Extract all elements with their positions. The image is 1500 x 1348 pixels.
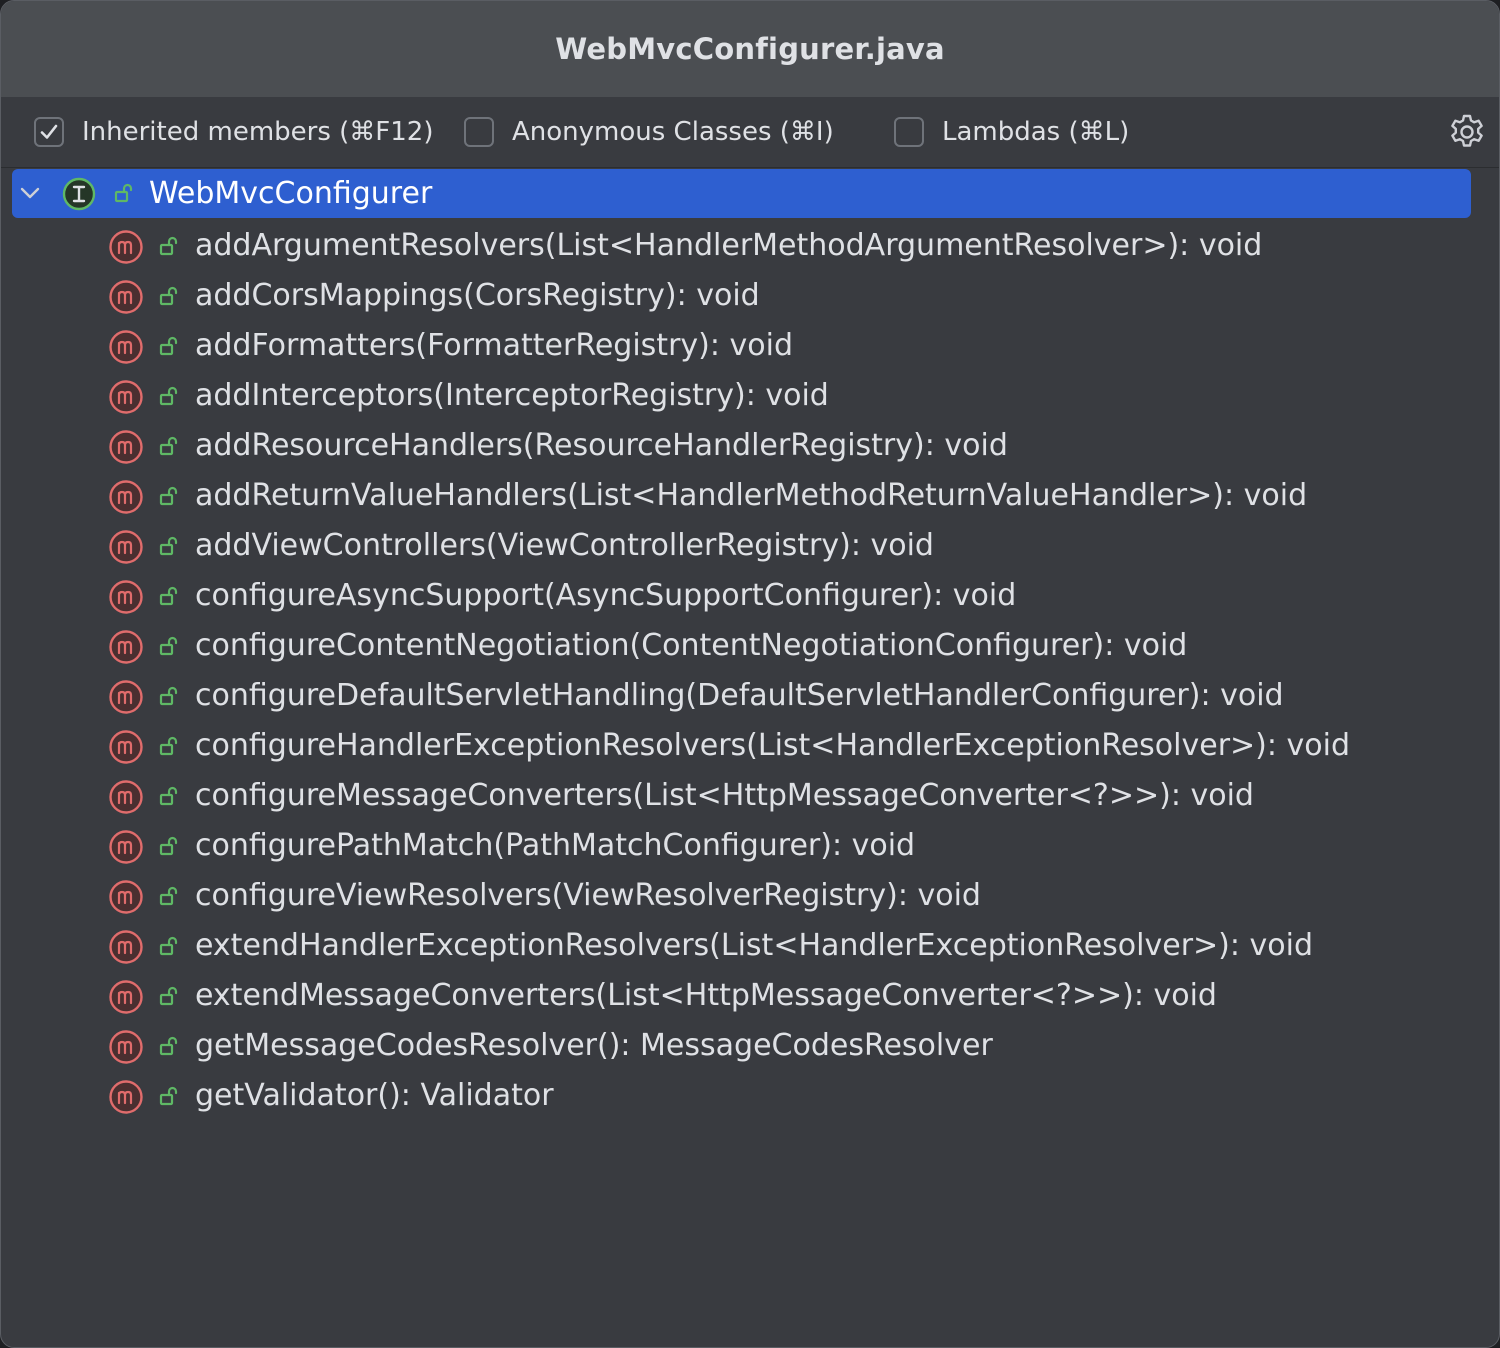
public-lock-icon (159, 486, 178, 506)
tree-member-row[interactable]: configurePathMatch(PathMatchConfigurer):… (1, 821, 1481, 871)
anonymous-classes-checkbox[interactable]: Anonymous Classes (⌘I) (464, 97, 834, 167)
tree-root-row[interactable]: WebMvcConfigurer (12, 169, 1471, 218)
tree-member-row[interactable]: configureMessageConverters(List<HttpMess… (1, 771, 1481, 821)
member-label: addFormatters(FormatterRegistry): void (195, 328, 793, 363)
tree-member-row[interactable]: addResourceHandlers(ResourceHandlerRegis… (1, 421, 1481, 471)
anonymous-classes-label: Anonymous Classes (⌘I) (512, 117, 834, 147)
tree-member-row[interactable]: addInterceptors(InterceptorRegistry): vo… (1, 371, 1481, 421)
tree-root-label: WebMvcConfigurer (149, 176, 433, 211)
method-icon (109, 430, 143, 464)
inherited-members-label: Inherited members (⌘F12) (82, 117, 434, 147)
member-label: configurePathMatch(PathMatchConfigurer):… (195, 828, 916, 863)
method-icon (109, 1080, 143, 1114)
public-lock-icon (159, 736, 178, 756)
method-icon (109, 630, 143, 664)
member-label: configureDefaultServletHandling(DefaultS… (195, 678, 1284, 713)
member-label: getValidator(): Validator (195, 1078, 554, 1113)
method-icon (109, 980, 143, 1014)
public-lock-icon (159, 936, 178, 956)
public-lock-icon (159, 536, 178, 556)
popup-title: WebMvcConfigurer.java (1, 1, 1499, 97)
member-label: addInterceptors(InterceptorRegistry): vo… (195, 378, 829, 413)
public-lock-icon (159, 1036, 178, 1056)
public-lock-icon (159, 786, 178, 806)
public-lock-icon (159, 836, 178, 856)
public-lock-icon (159, 436, 178, 456)
member-label: addArgumentResolvers(List<HandlerMethodA… (195, 228, 1263, 263)
public-lock-icon (159, 1086, 178, 1106)
method-icon (109, 580, 143, 614)
member-label: configureAsyncSupport(AsyncSupportConfig… (195, 578, 1017, 613)
tree-member-row[interactable]: configureContentNegotiation(ContentNegot… (1, 621, 1481, 671)
member-label: getMessageCodesResolver(): MessageCodesR… (195, 1028, 993, 1063)
tree-member-row[interactable]: addReturnValueHandlers(List<HandlerMetho… (1, 471, 1481, 521)
method-icon (109, 230, 143, 264)
gear-icon[interactable] (1447, 112, 1487, 152)
tree-member-row[interactable]: getMessageCodesResolver(): MessageCodesR… (1, 1021, 1481, 1071)
method-icon (109, 930, 143, 964)
lambdas-checkbox[interactable]: Lambdas (⌘L) (894, 97, 1129, 167)
tree-member-row[interactable]: configureHandlerExceptionResolvers(List<… (1, 721, 1481, 771)
tree-member-row[interactable]: addFormatters(FormatterRegistry): void (1, 321, 1481, 371)
public-lock-icon (159, 886, 178, 906)
method-icon (109, 530, 143, 564)
structure-popup: WebMvcConfigurer.java Inherited members … (0, 0, 1500, 1348)
method-icon (109, 280, 143, 314)
member-label: extendMessageConverters(List<HttpMessage… (195, 978, 1217, 1013)
tree-member-row[interactable]: configureAsyncSupport(AsyncSupportConfig… (1, 571, 1481, 621)
public-lock-icon (159, 586, 178, 606)
method-icon (109, 480, 143, 514)
method-icon (109, 730, 143, 764)
tree-member-row[interactable]: addCorsMappings(CorsRegistry): void (1, 271, 1481, 321)
tree-member-row[interactable]: getValidator(): Validator (1, 1071, 1481, 1121)
member-label: addResourceHandlers(ResourceHandlerRegis… (195, 428, 1008, 463)
method-icon (109, 330, 143, 364)
member-label: configureContentNegotiation(ContentNegot… (195, 628, 1188, 663)
checkbox-unchecked-icon[interactable] (464, 117, 494, 147)
chevron-down-icon[interactable] (16, 179, 44, 207)
member-label: configureMessageConverters(List<HttpMess… (195, 778, 1254, 813)
filter-toolbar: Inherited members (⌘F12) Anonymous Class… (1, 97, 1499, 168)
method-icon (109, 830, 143, 864)
method-icon (109, 380, 143, 414)
public-lock-icon (159, 636, 178, 656)
interface-icon (62, 177, 96, 211)
inherited-members-checkbox[interactable]: Inherited members (⌘F12) (34, 97, 433, 167)
public-lock-icon (159, 686, 178, 706)
lambdas-label: Lambdas (⌘L) (942, 117, 1130, 147)
method-icon (109, 880, 143, 914)
member-label: configureHandlerExceptionResolvers(List<… (195, 728, 1350, 763)
member-label: addCorsMappings(CorsRegistry): void (195, 278, 760, 313)
method-icon (109, 1030, 143, 1064)
tree-member-row[interactable]: addArgumentResolvers(List<HandlerMethodA… (1, 221, 1481, 271)
member-label: configureViewResolvers(ViewResolverRegis… (195, 878, 981, 913)
tree-member-row[interactable]: extendMessageConverters(List<HttpMessage… (1, 971, 1481, 1021)
public-lock-icon (159, 986, 178, 1006)
member-label: addReturnValueHandlers(List<HandlerMetho… (195, 478, 1308, 513)
public-lock-icon (159, 336, 178, 356)
public-lock-icon (159, 286, 178, 306)
checkbox-unchecked-icon[interactable] (894, 117, 924, 147)
method-icon (109, 780, 143, 814)
public-lock-icon (159, 386, 178, 406)
tree-member-row[interactable]: addViewControllers(ViewControllerRegistr… (1, 521, 1481, 571)
tree-member-row[interactable]: configureDefaultServletHandling(DefaultS… (1, 671, 1481, 721)
member-label: addViewControllers(ViewControllerRegistr… (195, 528, 934, 563)
member-label: extendHandlerExceptionResolvers(List<Han… (195, 928, 1314, 963)
method-icon (109, 680, 143, 714)
public-lock-icon (114, 183, 133, 203)
public-lock-icon (159, 236, 178, 256)
tree-member-row[interactable]: extendHandlerExceptionResolvers(List<Han… (1, 921, 1481, 971)
checkbox-checked-icon[interactable] (34, 117, 64, 147)
tree-member-row[interactable]: configureViewResolvers(ViewResolverRegis… (1, 871, 1481, 921)
